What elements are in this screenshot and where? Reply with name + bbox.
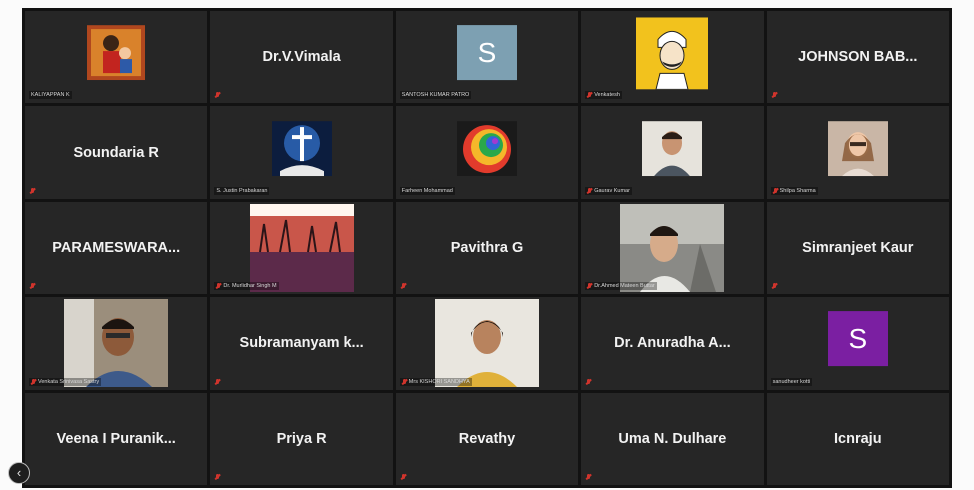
mic-muted-icon — [216, 283, 221, 289]
participant-tile[interactable]: Pavithra G — [395, 201, 579, 295]
participant-tile[interactable]: Farheen Mohammad — [395, 106, 579, 199]
mic-muted-icon — [31, 378, 36, 385]
participant-label: KALIYAPPAN K — [29, 91, 72, 100]
participant-tile[interactable]: Simranjeet Kaur — [766, 201, 949, 295]
participant-name: Dr. Anuradha A... — [614, 335, 731, 352]
participant-gallery: KALIYAPPAN K Dr.V.Vimala S SANTOSH KUMAR… — [22, 8, 952, 488]
participant-tile[interactable]: Gaurav Kumar — [581, 106, 764, 199]
mic-muted-icon — [215, 474, 220, 480]
mic-muted-icon — [215, 92, 220, 98]
participant-photo — [271, 120, 332, 176]
participant-tile[interactable]: Dr. Anuradha A... — [581, 297, 764, 390]
chevron-left-icon: ‹ — [16, 465, 22, 480]
participant-tile[interactable]: Subramanyam k... — [210, 297, 393, 390]
participant-label: SANTOSH KUMAR PATRO — [399, 91, 472, 100]
participant-tile[interactable]: Uma N. Dulhare — [581, 392, 764, 485]
participant-tile[interactable]: S. Justin Prabakaran — [210, 106, 393, 199]
participant-label: Farheen Mohammad — [399, 186, 455, 195]
abstract-swirl-image — [456, 120, 517, 176]
participant-label: S. Justin Prabakaran — [214, 186, 270, 195]
sunset-trees-image — [249, 203, 354, 292]
portrait-illustration — [636, 17, 709, 90]
mic-muted-icon — [772, 92, 777, 98]
participant-photo — [64, 299, 169, 388]
participant-photo — [636, 17, 709, 90]
mic-muted-icon — [772, 283, 777, 289]
person-photo — [620, 203, 725, 292]
mic-muted-icon — [587, 283, 592, 289]
participant-tile[interactable]: PARAMESWARA... — [25, 201, 208, 295]
mic-muted-icon — [30, 187, 35, 194]
participant-name: PARAMESWARA... — [52, 239, 181, 256]
mic-muted-icon — [401, 283, 406, 289]
participant-photo — [456, 120, 517, 176]
mic-muted-icon — [586, 378, 591, 385]
participant-label: Venkatesh — [585, 91, 622, 100]
cross-image — [271, 120, 332, 176]
meeting-window: KALIYAPPAN K Dr.V.Vimala S SANTOSH KUMAR… — [0, 0, 974, 490]
participant-label: Venkata Srinivasa Sastry — [29, 377, 102, 386]
participant-label: Gaurav Kumar — [585, 186, 632, 195]
participant-tile[interactable]: Mrs KISHORI SANDHYA — [395, 297, 579, 390]
participant-photo — [620, 203, 725, 292]
participant-tile[interactable]: Dr.V.Vimala — [210, 11, 393, 104]
participant-name: JOHNSON BAB... — [798, 49, 918, 66]
person-photo — [434, 299, 539, 388]
participant-name: Icnraju — [834, 430, 882, 447]
participant-tile[interactable]: Revathy — [395, 392, 579, 485]
participant-name: Subramanyam k... — [239, 335, 364, 352]
participant-label: sanudheer kotti — [770, 377, 813, 386]
mic-muted-icon — [587, 187, 592, 194]
participant-name: Simranjeet Kaur — [802, 239, 914, 256]
participant-name: Priya R — [276, 430, 327, 447]
participant-tile[interactable]: Venkata Srinivasa Sastry — [25, 297, 208, 390]
participant-photo — [642, 120, 703, 176]
deity-image — [87, 25, 146, 81]
participant-tile[interactable]: Dr. Murlidhar Singh M — [210, 201, 393, 295]
person-photo — [827, 120, 888, 176]
participant-name: Uma N. Dulhare — [618, 430, 727, 447]
participant-tile[interactable]: S SANTOSH KUMAR PATRO — [395, 11, 579, 104]
participant-tile[interactable]: Shilpa Sharma — [766, 106, 949, 199]
participant-label: Mrs KISHORI SANDHYA — [399, 377, 472, 386]
participant-photo — [87, 25, 146, 81]
mic-muted-icon — [401, 474, 406, 480]
participant-tile[interactable]: KALIYAPPAN K — [25, 11, 208, 104]
mic-muted-icon — [215, 378, 220, 385]
person-photo — [642, 120, 703, 176]
mic-muted-icon — [30, 283, 35, 289]
participant-tile[interactable]: Venkatesh — [581, 11, 764, 104]
mic-muted-icon — [402, 378, 407, 385]
participant-tile[interactable]: Soundaria R — [25, 106, 208, 199]
avatar: S — [456, 25, 517, 81]
participant-photo — [249, 203, 354, 292]
participant-name: Veena I Puranik... — [56, 430, 176, 447]
participant-tile[interactable]: Icnraju — [766, 392, 949, 485]
person-photo — [64, 299, 169, 388]
participant-photo — [827, 120, 888, 176]
participant-label: Shilpa Sharma — [770, 186, 818, 195]
participant-label: Dr.Ahmed Mateen Buttar — [585, 282, 657, 291]
participant-tile[interactable]: Dr.Ahmed Mateen Buttar — [581, 201, 764, 295]
participant-name: Pavithra G — [450, 239, 524, 256]
mic-muted-icon — [586, 474, 591, 480]
avatar: S — [827, 311, 888, 367]
participant-tile[interactable]: Priya R — [210, 392, 393, 485]
mic-muted-icon — [773, 187, 778, 194]
participant-label: Dr. Murlidhar Singh M — [214, 282, 279, 291]
mic-muted-icon — [587, 92, 592, 98]
participant-name: Revathy — [458, 430, 516, 447]
previous-page-button[interactable]: ‹ — [8, 462, 30, 484]
participant-tile[interactable]: JOHNSON BAB... — [766, 11, 949, 104]
participant-name: Dr.V.Vimala — [262, 49, 341, 66]
participant-tile[interactable]: S sanudheer kotti — [766, 297, 949, 390]
participant-tile[interactable]: Veena I Puranik... — [25, 392, 208, 485]
participant-photo — [434, 299, 539, 388]
participant-name: Soundaria R — [73, 144, 159, 161]
